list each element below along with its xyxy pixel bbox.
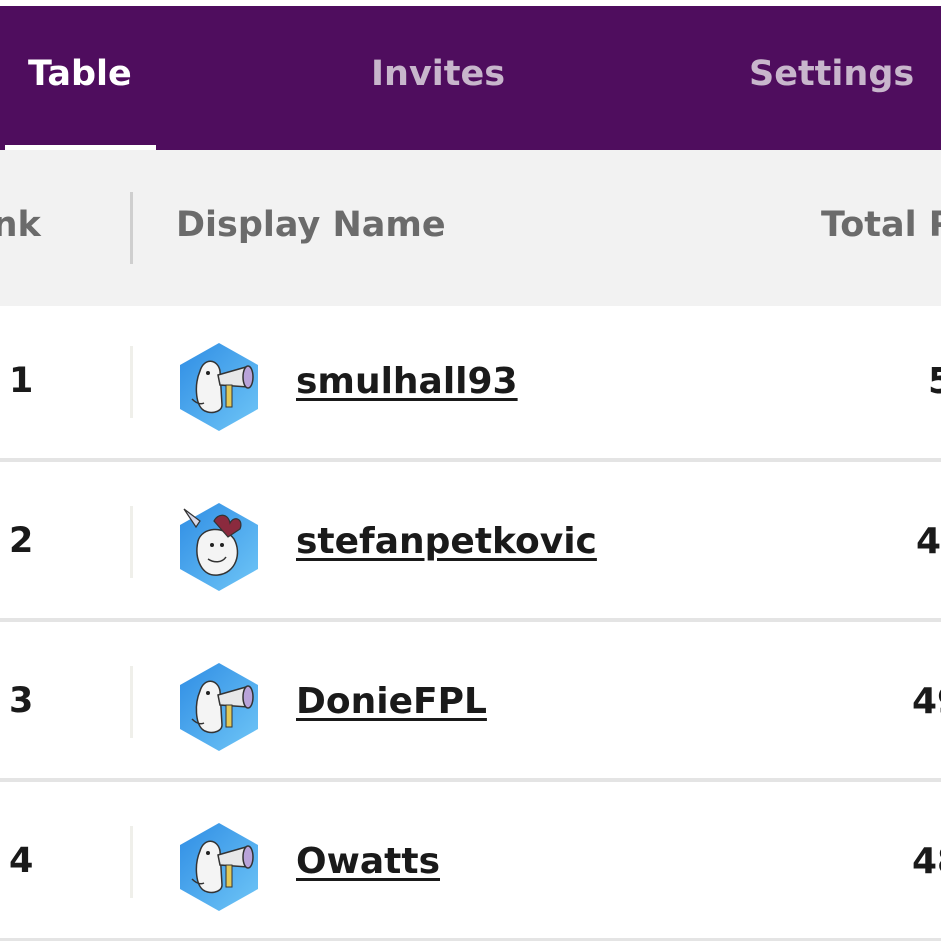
- row-total-points: 4: [916, 520, 941, 562]
- tab-settings[interactable]: Settings: [749, 2, 914, 146]
- column-divider: [130, 826, 133, 898]
- row-display-name-link[interactable]: Owatts: [296, 786, 440, 936]
- hexagon-mascot-avatar-icon[interactable]: [178, 821, 260, 913]
- column-divider: [130, 506, 133, 578]
- row-total-points: 49: [912, 680, 941, 722]
- row-total-points: 48: [912, 840, 941, 882]
- row-display-name-link[interactable]: DonieFPL: [296, 626, 487, 776]
- column-divider: [130, 346, 133, 418]
- table-row: 4 Owatts 48: [0, 786, 941, 941]
- column-divider: [130, 192, 133, 264]
- hexagon-mascot-avatar-icon[interactable]: [178, 661, 260, 753]
- row-rank: 2: [9, 521, 34, 561]
- row-display-name-link[interactable]: stefanpetkovic: [296, 466, 597, 616]
- hexagon-mascot-avatar-icon[interactable]: [178, 341, 260, 433]
- row-rank: 3: [9, 681, 34, 721]
- table-row: 2 stefanpetkovic 4: [0, 466, 941, 622]
- table-row: 3 DonieFPL 49: [0, 626, 941, 782]
- rank-column-header[interactable]: Rank: [0, 150, 41, 300]
- tab-bar: Table Invites Settings: [0, 6, 941, 151]
- row-rank: 1: [9, 361, 34, 401]
- row-rank: 4: [9, 841, 34, 881]
- column-divider: [130, 666, 133, 738]
- hexagon-mascot-avatar-icon[interactable]: [178, 501, 260, 593]
- tab-table[interactable]: Table: [28, 2, 132, 146]
- table-header-row: Rank Display Name Total Points: [0, 150, 941, 306]
- row-total-points: 5: [928, 360, 941, 402]
- tab-invites[interactable]: Invites: [371, 2, 505, 146]
- row-display-name-link[interactable]: smulhall93: [296, 306, 518, 456]
- total-points-column-header[interactable]: Total Points: [821, 150, 941, 300]
- display-name-column-header[interactable]: Display Name: [176, 150, 446, 300]
- league-table-page: Table Invites Settings Rank Display Name…: [0, 0, 941, 941]
- table-row: 1 smulhall93 5: [0, 306, 941, 462]
